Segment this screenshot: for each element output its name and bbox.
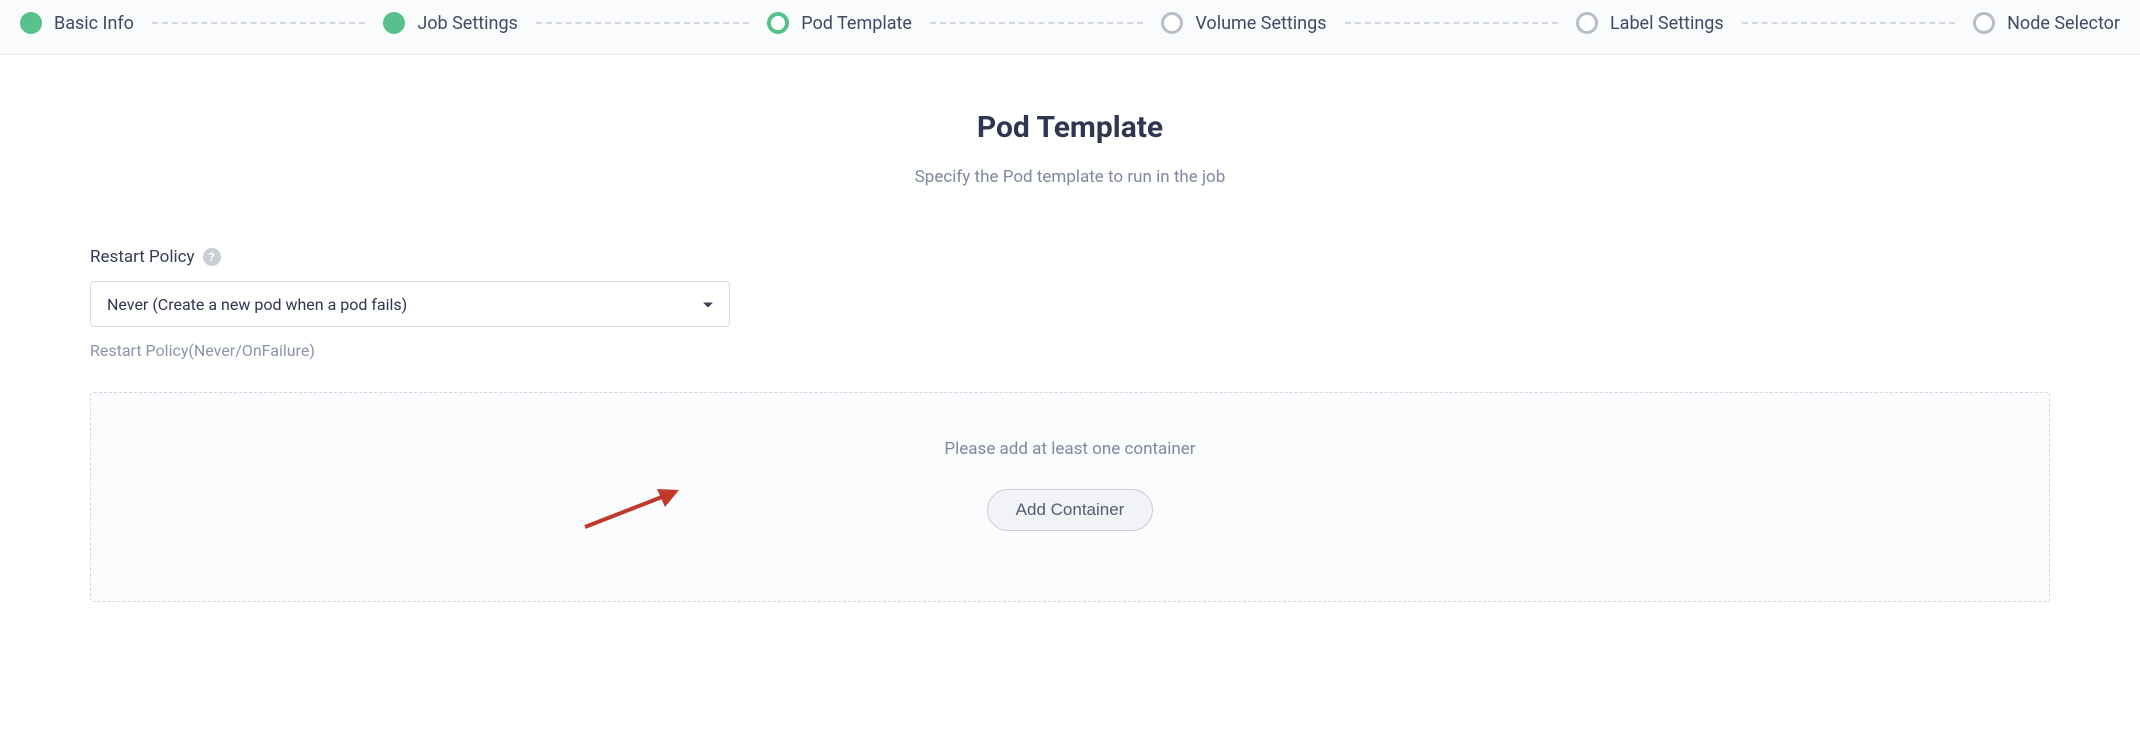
step-label: Basic Info (54, 13, 134, 34)
step-label-settings[interactable]: Label Settings (1576, 12, 1724, 34)
arrow-annotation-icon (581, 479, 691, 535)
step-basic-info[interactable]: Basic Info (20, 12, 134, 34)
step-node-selector[interactable]: Node Selector (1973, 12, 2120, 34)
step-pending-icon (1576, 12, 1598, 34)
step-label: Pod Template (801, 13, 912, 34)
step-pending-icon (1161, 12, 1183, 34)
panel-message: Please add at least one container (111, 439, 2029, 459)
container-panel: Please add at least one container Add Co… (90, 392, 2050, 602)
step-pod-template[interactable]: Pod Template (767, 12, 912, 34)
step-label: Node Selector (2007, 13, 2120, 34)
field-label-row: Restart Policy ? (90, 247, 2050, 267)
page-subtitle: Specify the Pod template to run in the j… (90, 167, 2050, 187)
restart-policy-select[interactable]: Never (Create a new pod when a pod fails… (90, 281, 730, 327)
step-done-icon (383, 12, 405, 34)
step-label: Label Settings (1610, 13, 1724, 34)
step-volume-settings[interactable]: Volume Settings (1161, 12, 1326, 34)
step-separator (930, 22, 1143, 24)
step-separator (1742, 22, 1955, 24)
select-value: Never (Create a new pod when a pod fails… (90, 281, 730, 327)
step-separator (1345, 22, 1558, 24)
restart-policy-section: Restart Policy ? Never (Create a new pod… (90, 247, 2050, 360)
step-label: Volume Settings (1195, 13, 1326, 34)
field-label: Restart Policy (90, 247, 195, 267)
page-title: Pod Template (90, 110, 2050, 145)
step-pending-icon (1973, 12, 1995, 34)
main-content: Pod Template Specify the Pod template to… (0, 55, 2140, 602)
step-separator (536, 22, 749, 24)
step-current-icon (767, 12, 789, 34)
step-job-settings[interactable]: Job Settings (383, 12, 518, 34)
step-label: Job Settings (417, 13, 518, 34)
add-container-button[interactable]: Add Container (987, 489, 1154, 531)
help-icon[interactable]: ? (203, 248, 221, 266)
wizard-stepper: Basic Info Job Settings Pod Template Vol… (0, 0, 2140, 55)
step-done-icon (20, 12, 42, 34)
field-hint: Restart Policy(Never/OnFailure) (90, 341, 2050, 360)
step-separator (152, 22, 365, 24)
